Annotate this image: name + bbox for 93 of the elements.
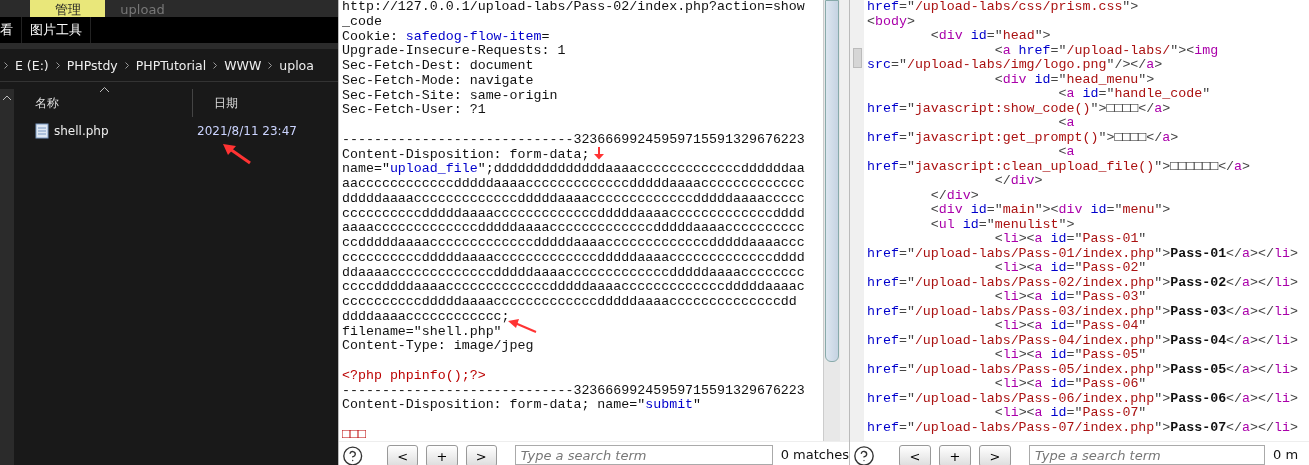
chevron-icon	[55, 61, 60, 69]
scrollbar[interactable]	[0, 89, 14, 465]
code-line: <a	[1057, 144, 1075, 159]
code-line: <a	[1057, 115, 1075, 130]
code-line: Sec-Fetch-User: ?1	[342, 102, 486, 118]
help-icon[interactable]	[853, 445, 875, 465]
code-line: <li><a id="Pass-06"	[993, 376, 1147, 391]
scrollbar-thumb[interactable]	[853, 48, 862, 68]
code-line: <li><a id="Pass-04"	[993, 318, 1147, 333]
code-line: <li><a id="Pass-01"	[993, 231, 1147, 246]
search-nav-button[interactable]: <	[899, 445, 931, 465]
code-line: Content-Disposition: form-data; name="submit"	[342, 397, 702, 413]
code-line: href="/upload-labs/Pass-01/index.php">Pass-01</a></li>	[867, 245, 1298, 261]
column-header[interactable]: 日期	[193, 89, 238, 117]
breadcrumb-item[interactable]: E (E:)	[15, 57, 49, 73]
chevron-icon	[268, 61, 273, 69]
file-name[interactable]: shell.php	[54, 124, 109, 138]
search-nav-button[interactable]: +	[426, 445, 458, 465]
code-line: <ul id="menulist">	[929, 216, 1075, 232]
code-line: Sec-Fetch-Mode: navigate	[342, 72, 534, 88]
code-line: <?php phpinfo();?>	[342, 367, 486, 383]
code-line: ddddaaaacccccccccccc;	[342, 308, 510, 324]
annotation-arrow	[594, 147, 604, 160]
help-icon[interactable]	[342, 445, 364, 465]
code-line: Upgrade-Insecure-Requests: 1	[342, 43, 566, 59]
search-field[interactable]: Type a search term	[1029, 445, 1265, 465]
code-line: src="/upload-labs/img/logo.png"/></a>	[867, 57, 1163, 72]
code-line: aaccccccccccccdddddaaaacccccccccccccdddddaaaaccccccccccccc	[342, 176, 805, 191]
code-line: <li><a id="Pass-05"	[993, 347, 1147, 362]
code-line: href="/upload-labs/Pass-03/index.php">Pass-03</a></li>	[867, 303, 1298, 319]
ribbon-tab[interactable]: 管理	[30, 0, 105, 17]
search-nav-button[interactable]: <	[387, 445, 419, 465]
code-line: <li><a id="Pass-02"	[993, 260, 1147, 275]
code-line: -----------------------------32366699245959715591329676223	[342, 382, 805, 398]
breadcrumb-item[interactable]: PHPTutorial	[135, 57, 207, 73]
code-line: http://127.0.0.1/upload-labs/Pass-02/index.php?action=show	[342, 0, 805, 14]
breadcrumb-item[interactable]: PHPstdy	[66, 57, 118, 73]
chevron-icon	[4, 61, 8, 69]
chevron-icon	[213, 61, 218, 69]
code-line: ccccccccccdddddaaaacccccccccccccdddddaaaacccccccccccccdddd	[342, 249, 805, 265]
scroll-up-icon[interactable]	[3, 95, 11, 100]
code-line: href="/upload-labs/Pass-02/index.php">Pass-02</a></li>	[867, 274, 1298, 290]
file-date: 2021/8/11 23:47	[196, 124, 297, 138]
annotation-arrow	[222, 143, 252, 165]
code-line: dddddaaaacccccccccccccdddddaaaacccccccccccccdddddaaaaccccc	[342, 190, 805, 206]
code-line: <a id="handle_code"	[1057, 86, 1211, 101]
code-line: ccccccccccdddddaaaacccccccccccccdddddaaaacccccccccccccdddd	[342, 205, 805, 221]
search-nav-button[interactable]: +	[939, 445, 971, 465]
column-header[interactable]: 名称	[14, 89, 193, 117]
code-line: ccccccccccdddddaaaacccccccccccccdddddaaaaccccccccccccccdd	[342, 294, 797, 309]
code-line: Content-Type: image/jpeg	[342, 338, 534, 354]
code-line: ccdddddaaaacccccccccccccdddddaaaacccccccccccccdddddaaaaccc	[342, 235, 805, 250]
code-line: Sec-Fetch-Dest: document	[342, 58, 534, 73]
code-line: </div>	[929, 187, 979, 203]
code-line: <div id="head">	[929, 28, 1051, 43]
code-line: <a href="/upload-labs/"><img	[993, 42, 1219, 58]
code-line: href="javascript:show_code()">□□□□</a>	[867, 100, 1171, 116]
code-line: <div id="main"><div id="menu">	[929, 202, 1171, 217]
annotation-arrow	[507, 318, 537, 334]
code-line: name="upload_file";ddddddddddddddaaaacccccccccccccddddddaa	[342, 161, 805, 177]
scrollbar[interactable]	[823, 0, 840, 441]
code-line: <li><a id="Pass-03"	[993, 289, 1147, 304]
sort-caret-icon	[100, 87, 109, 92]
breadcrumb-item[interactable]: uploa	[279, 57, 314, 73]
code-line: href="/upload-labs/Pass-04/index.php">Pass-04</a></li>	[867, 332, 1298, 348]
code-line: <body>	[867, 13, 915, 29]
code-line: filename="shell.php"	[342, 323, 502, 339]
code-line: href="/upload-labs/Pass-07/index.php">Pass-07</a></li>	[867, 419, 1298, 435]
search-field[interactable]: Type a search term	[514, 445, 773, 465]
search-nav-button[interactable]: >	[979, 445, 1011, 465]
code-line: href="javascript:get_prompt()">□□□□</a>	[867, 129, 1179, 145]
code-line: href="/upload-labs/Pass-05/index.php">Pass-05</a></li>	[867, 361, 1298, 377]
code-line: href="/upload-labs/css/prism.css">	[867, 0, 1139, 14]
code-line: -----------------------------32366699245959715591329676223	[342, 131, 805, 147]
match-count: 0 matches	[780, 446, 849, 462]
chevron-icon	[124, 61, 129, 69]
code-line: _code	[342, 13, 382, 29]
search-nav-button[interactable]: >	[465, 445, 497, 465]
code-line: Sec-Fetch-Site: same-origin	[342, 87, 558, 103]
code-line: href="/upload-labs/Pass-06/index.php">Pass-06</a></li>	[867, 390, 1298, 406]
code-line: <div id="head_menu">	[993, 71, 1155, 87]
code-line: ddaaaacccccccccccccdddddaaaacccccccccccccdddddaaaacccccccc	[342, 264, 805, 280]
code-line: <li><a id="Pass-07"	[993, 405, 1147, 420]
code-line: aaaacccccccccccccdddddaaaacccccccccccccdddddaaaacccccccccc	[342, 220, 805, 236]
breadcrumb-item[interactable]: WWW	[224, 57, 262, 73]
code-line: Cookie: safedog-flow-item=	[342, 28, 550, 44]
file-icon	[35, 123, 49, 139]
code-line: href="javascript:clean_upload_file()">□□□□□□</a>	[867, 158, 1251, 174]
code-line: Content-Disposition: form-data;	[342, 146, 590, 162]
code-line: □□□	[342, 426, 366, 441]
match-count: 0 m	[1273, 446, 1299, 462]
code-line: ccccdddddaaaacccccccccccccdddddaaaacccccccccccccdddddaaaac	[342, 279, 805, 295]
code-line: </div>	[993, 173, 1043, 188]
